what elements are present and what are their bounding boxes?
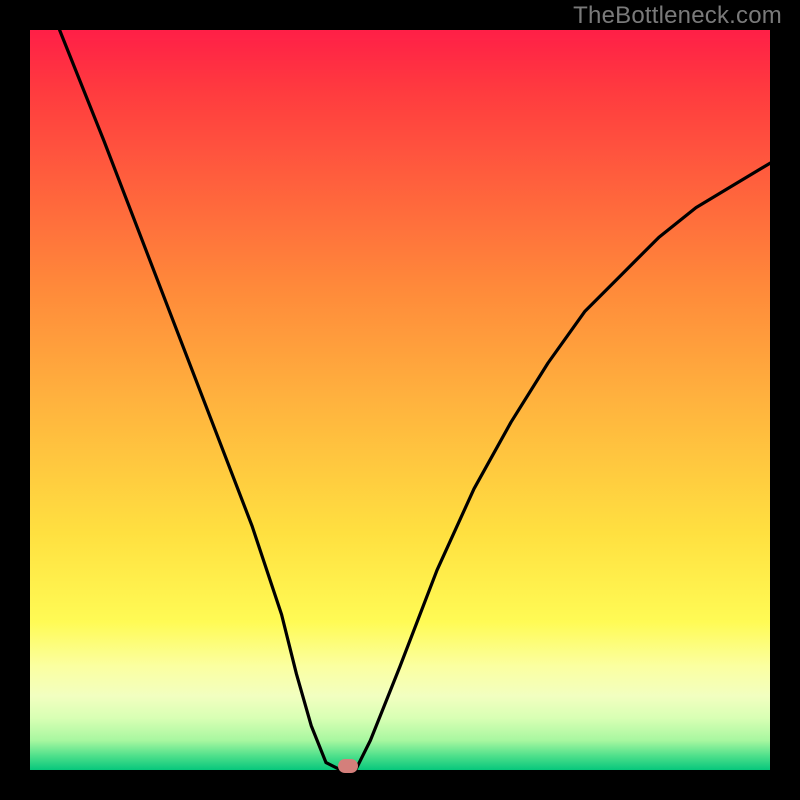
watermark-text: TheBottleneck.com xyxy=(573,2,782,30)
chart-frame: TheBottleneck.com xyxy=(0,0,800,800)
minimum-marker xyxy=(338,759,358,773)
gradient-plot-area xyxy=(30,30,770,770)
